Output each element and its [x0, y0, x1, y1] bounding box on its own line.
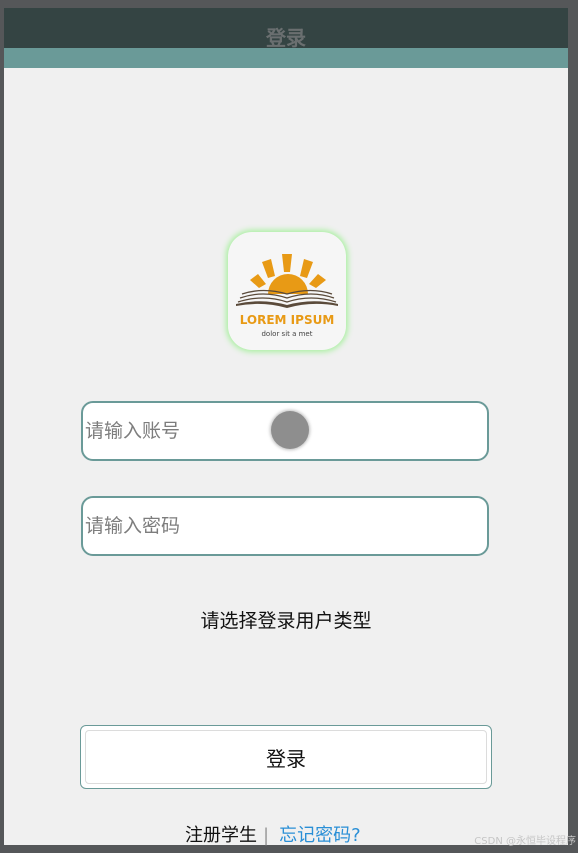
- bottom-links: 注册学生 | 忘记密码?: [185, 821, 361, 847]
- login-button-frame: 登录: [80, 725, 492, 789]
- link-separator: |: [263, 825, 270, 846]
- login-button[interactable]: 登录: [85, 730, 487, 784]
- redaction-blur: [271, 411, 309, 449]
- logo-subtitle: dolor sit a met: [261, 330, 312, 338]
- app-frame: 登录 LOREM IPSUM dolor sit a met 请输入账号 请选择…: [4, 8, 568, 847]
- register-student-link[interactable]: 注册学生: [185, 825, 257, 846]
- page-title: 登录: [266, 26, 306, 50]
- watermark: CSDN @永恒毕设程序: [474, 836, 576, 847]
- app-logo: LOREM IPSUM dolor sit a met: [228, 232, 346, 350]
- user-type-select[interactable]: 请选择登录用户类型: [4, 606, 568, 633]
- password-input[interactable]: [83, 498, 487, 554]
- forgot-password-link[interactable]: 忘记密码?: [279, 825, 361, 846]
- account-field: [81, 401, 489, 461]
- logo-title: LOREM IPSUM: [240, 313, 335, 327]
- top-bar: 登录: [4, 8, 568, 68]
- password-field: [81, 496, 489, 556]
- sun-book-logo-icon: LOREM IPSUM dolor sit a met: [236, 254, 338, 338]
